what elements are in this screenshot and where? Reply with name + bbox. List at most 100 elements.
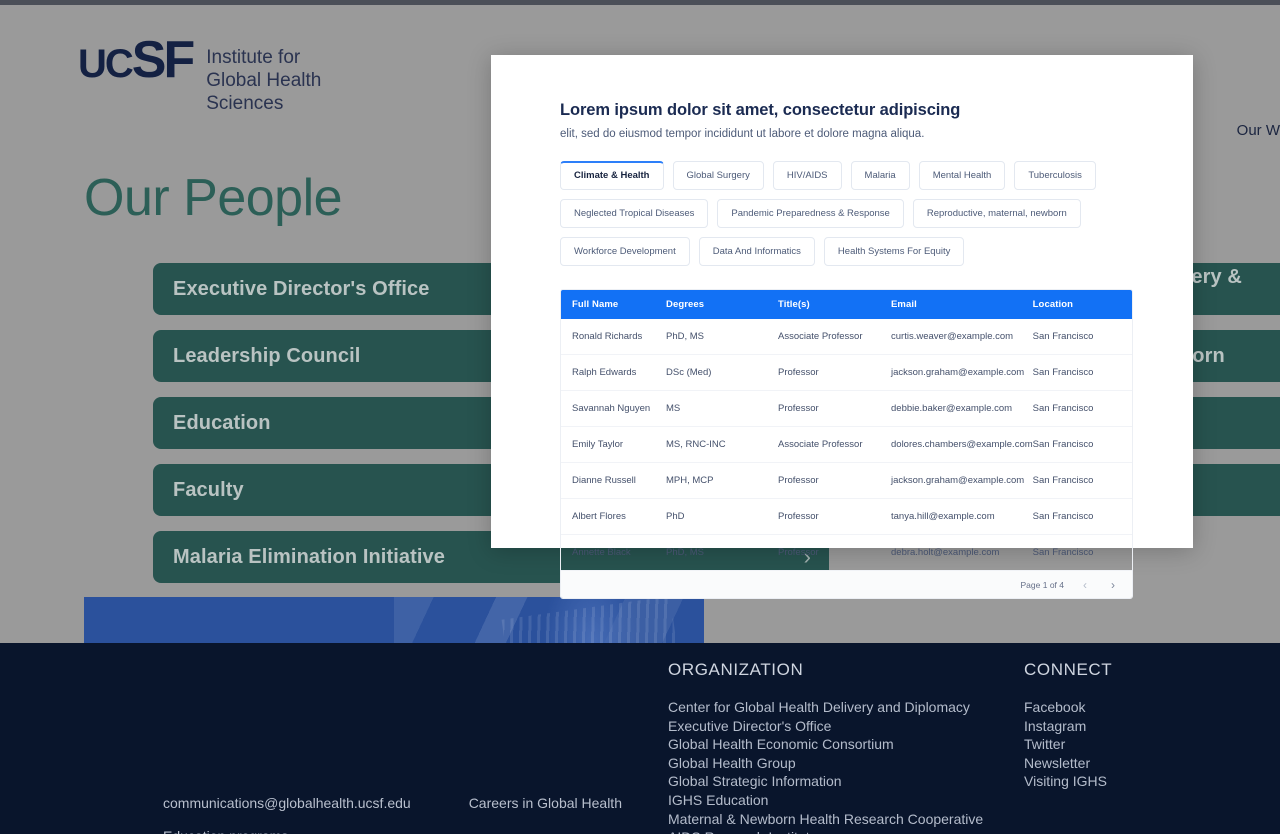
column-header-full-name[interactable]: Full Name: [561, 290, 666, 319]
column-header-degrees[interactable]: Degrees: [666, 290, 778, 319]
cell-location: San Francisco: [1032, 462, 1132, 499]
table-row[interactable]: Dianne Russell MPH, MCP Professor jackso…: [561, 462, 1132, 499]
footer-link[interactable]: Maternal & Newborn Health Research Coope…: [668, 810, 983, 829]
footer-link[interactable]: Global Strategic Information: [668, 772, 983, 791]
cell-location: San Francisco: [1032, 547, 1094, 558]
cell-titles: Professor: [778, 390, 891, 427]
cell-degrees: PhD, MS: [666, 319, 778, 355]
tab-pandemic-preparedness-response[interactable]: Pandemic Preparedness & Response: [717, 199, 904, 228]
site-footer: ORGANIZATION Center for Global Health De…: [0, 643, 1280, 834]
logo-subtitle: Institute for Global Health Sciences: [206, 47, 322, 114]
screen: UCSF Institute for Global Health Science…: [0, 0, 1280, 834]
cell-degrees: MS: [666, 390, 778, 427]
table-row[interactable]: Ronald Richards PhD, MS Associate Profes…: [561, 319, 1132, 355]
footer-education-programs-link[interactable]: Education programs: [163, 820, 288, 834]
footer-link[interactable]: Executive Director's Office: [668, 717, 983, 736]
footer-column-connect: CONNECT Facebook Instagram Twitter Newsl…: [1024, 660, 1112, 791]
tab-tuberculosis[interactable]: Tuberculosis: [1014, 161, 1096, 190]
column-header-email[interactable]: Email: [891, 290, 1033, 319]
tab-malaria[interactable]: Malaria: [850, 161, 910, 190]
footer-link[interactable]: Global Health Group: [668, 754, 983, 773]
table-row[interactable]: Emily Taylor MS, RNC-INC Associate Profe…: [561, 426, 1132, 463]
cell-email: debra.holt@example.com: [891, 547, 1000, 558]
table-row[interactable]: Annette Black PhD, MS Professor debra.ho…: [561, 535, 1132, 571]
cell-full-name: Ronald Richards: [561, 319, 666, 355]
cell-titles: Professor: [778, 354, 891, 391]
tab-health-systems-for-equity[interactable]: Health Systems For Equity: [823, 237, 965, 266]
footer-bottom-links: communications@globalhealth.ucsf.edu Car…: [163, 787, 622, 834]
pagination-prev-button[interactable]: ‹: [1078, 579, 1092, 591]
column-header-location[interactable]: Location: [1032, 290, 1132, 319]
footer-heading-connect: CONNECT: [1024, 660, 1113, 679]
cell-email: dolores.chambers@example.com: [891, 426, 1033, 463]
ucsf-sf-text: SF: [131, 31, 195, 89]
cell-degrees: DSc (Med): [666, 354, 778, 391]
column-header-titles[interactable]: Title(s): [778, 290, 891, 319]
footer-careers-link[interactable]: Careers in Global Health: [469, 787, 622, 820]
dept-label: Malaria Elimination Initiative: [173, 545, 445, 568]
footer-bottom-row-1: communications@globalhealth.ucsf.edu Car…: [163, 787, 622, 820]
ucsf-uc-text: UC: [78, 42, 134, 86]
footer-heading-organization: ORGANIZATION: [668, 660, 804, 679]
cell-location: San Francisco: [1032, 390, 1132, 427]
dept-label: Education: [173, 411, 271, 434]
cell-email: debbie.baker@example.com: [891, 390, 1033, 427]
pagination-next-button[interactable]: ›: [1106, 579, 1120, 591]
tab-climate-health[interactable]: Climate & Health: [560, 161, 664, 190]
modal-title: Lorem ipsum dolor sit amet, consectetur …: [560, 101, 961, 119]
site-logo[interactable]: UCSF Institute for Global Health Science…: [78, 34, 322, 115]
cell-full-name: Ralph Edwards: [561, 354, 666, 391]
cell-full-name: Dianne Russell: [561, 462, 666, 499]
tab-reproductive-maternal-newborn[interactable]: Reproductive, maternal, newborn: [912, 199, 1081, 228]
footer-column-organization: ORGANIZATION Center for Global Health De…: [668, 660, 983, 834]
cell-full-name: Emily Taylor: [561, 426, 666, 463]
cell-degrees: PhD, MS: [666, 547, 705, 558]
table-pagination: Page 1 of 4 ‹ ›: [561, 570, 1132, 598]
cell-titles: Associate Professor: [778, 319, 891, 355]
dept-label: Executive Director's Office: [173, 277, 430, 300]
tab-data-and-informatics[interactable]: Data And Informatics: [698, 237, 815, 266]
table-row[interactable]: Savannah Nguyen MS Professor debbie.bake…: [561, 390, 1132, 427]
footer-link[interactable]: AIDS Research Institute: [668, 828, 983, 834]
cell-degrees: MPH, MCP: [666, 462, 778, 499]
cell-degrees: MS, RNC-INC: [666, 426, 778, 463]
tab-mental-health[interactable]: Mental Health: [918, 161, 1006, 190]
cell-full-name: Annette Black: [572, 547, 631, 558]
cell-titles: Professor: [778, 462, 891, 499]
tab-global-surgery[interactable]: Global Surgery: [672, 161, 764, 190]
footer-link[interactable]: Center for Global Health Delivery and Di…: [668, 698, 983, 717]
footer-bottom-row-2: Education programs: [163, 820, 622, 834]
people-table: Full Name Degrees Title(s) Email Locatio…: [561, 290, 1132, 570]
cell-degrees: PhD: [666, 498, 778, 535]
footer-link-facebook[interactable]: Facebook: [1024, 698, 1112, 717]
cell-email: jackson.graham@example.com: [891, 354, 1033, 391]
footer-link-visiting-ighs[interactable]: Visiting IGHS: [1024, 772, 1112, 791]
footer-email-link[interactable]: communications@globalhealth.ucsf.edu: [163, 787, 411, 820]
footer-link-newsletter[interactable]: Newsletter: [1024, 754, 1112, 773]
cell-email: curtis.weaver@example.com: [891, 319, 1033, 355]
modal-body: Lorem ipsum dolor sit amet, consectetur …: [491, 55, 1193, 599]
people-directory-modal: Lorem ipsum dolor sit amet, consectetur …: [491, 55, 1193, 599]
footer-link[interactable]: Global Health Economic Consortium: [668, 735, 983, 754]
tab-neglected-tropical-diseases[interactable]: Neglected Tropical Diseases: [560, 199, 709, 228]
modal-subtitle: elit, sed do eiusmod tempor incididunt u…: [560, 128, 925, 140]
footer-link-instagram[interactable]: Instagram: [1024, 717, 1112, 736]
cell-titles: Associate Professor: [778, 426, 891, 463]
footer-link[interactable]: IGHS Education: [668, 791, 983, 810]
cell-email: tanya.hill@example.com: [891, 498, 1033, 535]
tab-workforce-development[interactable]: Workforce Development: [560, 237, 690, 266]
tab-hiv-aids[interactable]: HIV/AIDS: [772, 161, 842, 190]
table-row[interactable]: Albert Flores PhD Professor tanya.hill@e…: [561, 498, 1132, 535]
category-tab-list: Climate & Health Global Surgery HIV/AIDS…: [560, 161, 1133, 266]
page-title: Our People: [84, 169, 343, 227]
cell-full-name: Savannah Nguyen: [561, 390, 666, 427]
dept-label: Faculty: [173, 478, 244, 501]
table-row[interactable]: Ralph Edwards DSc (Med) Professor jackso…: [561, 354, 1132, 391]
cell-location: San Francisco: [1032, 498, 1132, 535]
footer-link-twitter[interactable]: Twitter: [1024, 735, 1112, 754]
dept-label: Leadership Council: [173, 344, 361, 367]
cell-titles: Professor: [778, 498, 891, 535]
nav-item-our-work[interactable]: Our W: [1237, 122, 1280, 139]
pagination-label: Page 1 of 4: [1020, 579, 1064, 590]
people-table-wrapper: Full Name Degrees Title(s) Email Locatio…: [560, 289, 1133, 599]
